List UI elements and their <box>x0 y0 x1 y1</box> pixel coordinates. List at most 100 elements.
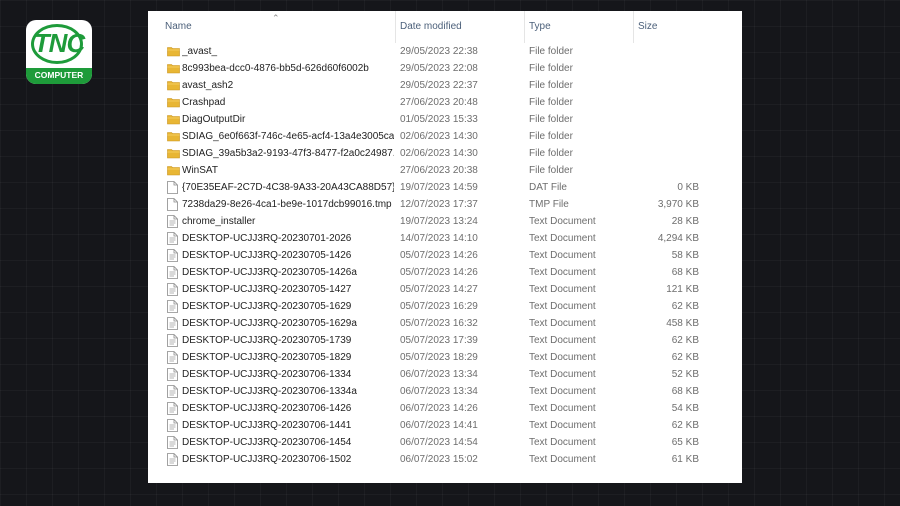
file-name: DESKTOP-UCJJ3RQ-20230705-1629 <box>182 301 352 312</box>
file-type: Text Document <box>529 318 596 329</box>
file-row[interactable]: DESKTOP-UCJJ3RQ-20230706-1426 06/07/2023 … <box>148 400 742 417</box>
file-type: Text Document <box>529 352 596 363</box>
file-row[interactable]: DESKTOP-UCJJ3RQ-20230705-1427 05/07/2023 … <box>148 281 742 298</box>
file-type: File folder <box>529 46 573 57</box>
file-size: 458 KB <box>666 318 699 329</box>
file-date-modified: 02/06/2023 14:30 <box>400 148 478 159</box>
file-size: 65 KB <box>671 437 699 448</box>
file-type: Text Document <box>529 369 596 380</box>
column-header-row: Name ⌃ Date modified Type Size <box>148 11 742 43</box>
text-document-icon <box>167 434 181 451</box>
file-row[interactable]: SDIAG_6e0f663f-746c-4e65-acf4-13a4e3005c… <box>148 128 742 145</box>
file-date-modified: 29/05/2023 22:08 <box>400 63 478 74</box>
text-document-icon <box>167 332 181 349</box>
file-row[interactable]: _avast_ 29/05/2023 22:38 File folder <box>148 43 742 60</box>
file-name: WinSAT <box>182 165 218 176</box>
file-type: File folder <box>529 131 573 142</box>
file-date-modified: 05/07/2023 14:26 <box>400 250 478 261</box>
file-date-modified: 05/07/2023 17:39 <box>400 335 478 346</box>
sort-ascending-icon: ⌃ <box>272 13 280 23</box>
file-size: 54 KB <box>671 403 699 414</box>
file-explorer-list: Name ⌃ Date modified Type Size _avast_ 29… <box>148 11 742 483</box>
file-date-modified: 06/07/2023 13:34 <box>400 369 478 380</box>
folder-icon <box>167 128 181 145</box>
column-header-type[interactable]: Type <box>525 11 634 43</box>
file-name: DESKTOP-UCJJ3RQ-20230706-1426 <box>182 403 352 414</box>
file-icon <box>167 179 181 196</box>
folder-icon <box>167 145 181 162</box>
file-row[interactable]: 8c993bea-dcc0-4876-bb5d-626d60f6002b 29/0… <box>148 60 742 77</box>
folder-icon <box>167 77 181 94</box>
text-document-icon <box>167 213 181 230</box>
file-size: 68 KB <box>671 267 699 278</box>
file-row[interactable]: DESKTOP-UCJJ3RQ-20230706-1441 06/07/2023 … <box>148 417 742 434</box>
file-row[interactable]: DESKTOP-UCJJ3RQ-20230705-1426 05/07/2023 … <box>148 247 742 264</box>
file-name: DESKTOP-UCJJ3RQ-20230705-1426a <box>182 267 357 278</box>
file-row[interactable]: DiagOutputDir 01/05/2023 15:33 File folder <box>148 111 742 128</box>
file-row[interactable]: DESKTOP-UCJJ3RQ-20230705-1829 05/07/2023 … <box>148 349 742 366</box>
file-row[interactable]: DESKTOP-UCJJ3RQ-20230701-2026 14/07/2023 … <box>148 230 742 247</box>
text-document-icon <box>167 230 181 247</box>
file-name: _avast_ <box>182 46 218 57</box>
file-type: File folder <box>529 63 573 74</box>
file-name: avast_ash2 <box>182 80 234 91</box>
file-name: DESKTOP-UCJJ3RQ-20230705-1426 <box>182 250 352 261</box>
file-size: 52 KB <box>671 369 699 380</box>
file-date-modified: 06/07/2023 13:34 <box>400 386 478 397</box>
file-date-modified: 06/07/2023 14:54 <box>400 437 478 448</box>
file-name: 8c993bea-dcc0-4876-bb5d-626d60f6002b <box>182 63 369 74</box>
file-row[interactable]: SDIAG_39a5b3a2-9193-47f3-8477-f2a0c24987… <box>148 145 742 162</box>
file-name: DESKTOP-UCJJ3RQ-20230706-1334a <box>182 386 357 397</box>
file-row[interactable]: DESKTOP-UCJJ3RQ-20230706-1454 06/07/2023 … <box>148 434 742 451</box>
file-date-modified: 06/07/2023 15:02 <box>400 454 478 465</box>
file-size: 62 KB <box>671 352 699 363</box>
file-size: 61 KB <box>671 454 699 465</box>
file-row[interactable]: DESKTOP-UCJJ3RQ-20230705-1629a 05/07/2023… <box>148 315 742 332</box>
file-date-modified: 02/06/2023 14:30 <box>400 131 478 142</box>
folder-icon <box>167 162 181 179</box>
file-type: DAT File <box>529 182 567 193</box>
file-row[interactable]: 7238da29-8e26-4ca1-be9e-1017dcb99016.tmp… <box>148 196 742 213</box>
file-date-modified: 05/07/2023 14:26 <box>400 267 478 278</box>
column-header-size[interactable]: Size <box>634 11 700 43</box>
file-row[interactable]: DESKTOP-UCJJ3RQ-20230706-1334 06/07/2023 … <box>148 366 742 383</box>
file-type: Text Document <box>529 233 596 244</box>
text-document-icon <box>167 349 181 366</box>
file-type: Text Document <box>529 437 596 448</box>
logo-text: TNC <box>33 28 85 58</box>
text-document-icon <box>167 366 181 383</box>
file-name: DESKTOP-UCJJ3RQ-20230705-1739 <box>182 335 352 346</box>
text-document-icon <box>167 315 181 332</box>
text-document-icon <box>167 247 181 264</box>
file-type: File folder <box>529 148 573 159</box>
file-type: Text Document <box>529 386 596 397</box>
file-row[interactable]: Crashpad 27/06/2023 20:48 File folder <box>148 94 742 111</box>
file-size: 28 KB <box>671 216 699 227</box>
folder-icon <box>167 94 181 111</box>
file-date-modified: 05/07/2023 16:32 <box>400 318 478 329</box>
file-name: DESKTOP-UCJJ3RQ-20230705-1829 <box>182 352 352 363</box>
file-row[interactable]: avast_ash2 29/05/2023 22:37 File folder <box>148 77 742 94</box>
file-row[interactable]: DESKTOP-UCJJ3RQ-20230705-1426a 05/07/2023… <box>148 264 742 281</box>
file-row[interactable]: {70E35EAF-2C7D-4C38-9A33-20A43CA88D57}..… <box>148 179 742 196</box>
file-row[interactable]: DESKTOP-UCJJ3RQ-20230706-1334a 06/07/2023… <box>148 383 742 400</box>
file-name: DESKTOP-UCJJ3RQ-20230701-2026 <box>182 233 352 244</box>
file-size: 62 KB <box>671 335 699 346</box>
file-row[interactable]: DESKTOP-UCJJ3RQ-20230705-1629 05/07/2023 … <box>148 298 742 315</box>
file-row[interactable]: WinSAT 27/06/2023 20:38 File folder <box>148 162 742 179</box>
file-size: 62 KB <box>671 420 699 431</box>
file-type: File folder <box>529 114 573 125</box>
file-name: DiagOutputDir <box>182 114 246 125</box>
file-name: DESKTOP-UCJJ3RQ-20230706-1441 <box>182 420 352 431</box>
file-size: 58 KB <box>671 250 699 261</box>
file-name: SDIAG_39a5b3a2-9193-47f3-8477-f2a0c24987… <box>182 148 394 159</box>
file-date-modified: 29/05/2023 22:37 <box>400 80 478 91</box>
file-date-modified: 12/07/2023 17:37 <box>400 199 478 210</box>
file-row[interactable]: DESKTOP-UCJJ3RQ-20230706-1502 06/07/2023 … <box>148 451 742 468</box>
file-row[interactable]: chrome_installer 19/07/2023 13:24 Text Doc… <box>148 213 742 230</box>
file-date-modified: 19/07/2023 13:24 <box>400 216 478 227</box>
file-row[interactable]: DESKTOP-UCJJ3RQ-20230705-1739 05/07/2023 … <box>148 332 742 349</box>
file-size: 62 KB <box>671 301 699 312</box>
column-header-date-modified[interactable]: Date modified <box>396 11 525 43</box>
file-name: {70E35EAF-2C7D-4C38-9A33-20A43CA88D57}..… <box>182 182 394 193</box>
